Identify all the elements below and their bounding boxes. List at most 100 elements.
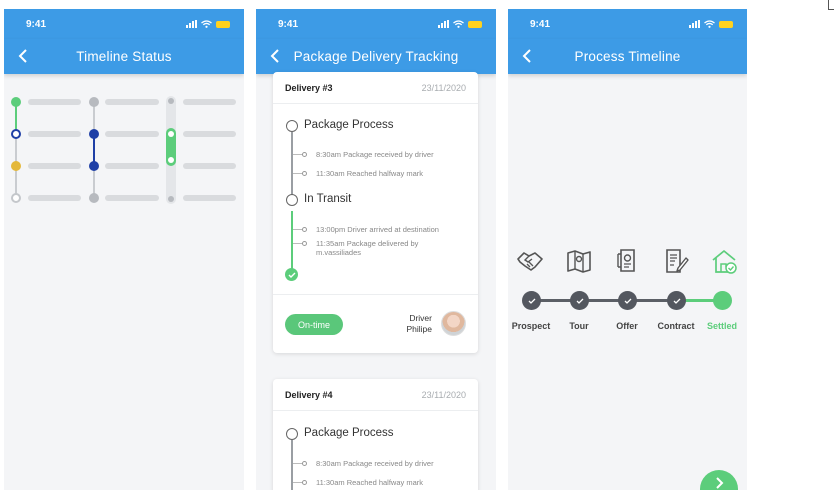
timeline-dot-gray [89, 193, 99, 203]
timeline-dot-blue [89, 129, 99, 139]
stage-ring [286, 428, 298, 440]
event-text: 13:00pm Driver arrived at destination [316, 225, 439, 234]
driver-name: Philipe [406, 324, 432, 334]
event-text: 11:35am Package delivered by [316, 239, 419, 248]
battery-icon [216, 20, 230, 28]
placeholder-bar [28, 163, 81, 169]
status-bar: 9:41 [508, 9, 747, 39]
status-bar: 9:41 [256, 9, 496, 39]
timeline-examples [4, 74, 244, 490]
step-dot-tour[interactable] [570, 291, 589, 310]
handshake-icon [517, 252, 543, 271]
event-dot [302, 241, 307, 246]
timeline-dot-pending [11, 161, 21, 171]
timeline-dot-gray [168, 196, 174, 202]
event-text: m.vassiliades [316, 248, 362, 257]
placeholder-bar [105, 99, 159, 105]
next-button[interactable] [700, 470, 738, 490]
card-header: Delivery #4 23/11/2020 [273, 379, 478, 411]
card-header: Delivery #3 23/11/2020 [273, 72, 478, 104]
placeholder-bar [105, 195, 159, 201]
timeline-status-screen: 9:41 Timeline Status [4, 9, 244, 490]
delivery-title: Delivery #4 [285, 389, 333, 400]
timeline-dot-blue [89, 161, 99, 171]
event-text: 11:30am Reached halfway mark [316, 169, 423, 178]
package-delivery-screen: 9:41 Package Delivery Tracking Delivery … [256, 9, 496, 490]
edge-marker [828, 0, 834, 10]
placeholder-bar [105, 131, 159, 137]
offer-document-icon [617, 249, 635, 272]
step-dot-prospect[interactable] [522, 291, 541, 310]
avatar[interactable] [441, 311, 466, 336]
status-icons [438, 20, 482, 28]
event-dot [302, 480, 307, 485]
step-dot-offer[interactable] [618, 291, 637, 310]
delivery-date: 23/11/2020 [421, 82, 466, 93]
driver-info: Driver Philipe [406, 313, 432, 335]
stage-ring [286, 120, 298, 132]
status-time: 9:41 [278, 18, 299, 30]
delivery-title: Delivery #3 [285, 82, 333, 93]
event-dot [302, 152, 307, 157]
delivery-card[interactable]: Delivery #4 23/11/2020 Package Process 8… [273, 379, 478, 490]
app-bar: Timeline Status [4, 39, 244, 74]
status-time: 9:41 [26, 18, 47, 30]
step-dot-settled[interactable] [713, 291, 732, 310]
event-dot [302, 227, 307, 232]
page-title: Process Timeline [574, 49, 681, 64]
wifi-icon [453, 20, 464, 28]
stage-name: Package Process [304, 119, 394, 131]
step-dot-contract[interactable] [667, 291, 686, 310]
stage-ring [286, 194, 298, 206]
status-time: 9:41 [530, 18, 551, 30]
map-icon [567, 250, 591, 273]
placeholder-bar [183, 163, 236, 169]
event-dot [302, 171, 307, 176]
battery-icon [719, 20, 733, 28]
back-arrow-icon[interactable] [264, 45, 286, 67]
on-time-badge[interactable]: On-time [285, 314, 343, 335]
timeline-dot-gray [89, 97, 99, 107]
card-divider [273, 294, 478, 295]
placeholder-bar [183, 195, 236, 201]
timeline-dot-current [11, 129, 21, 139]
chevron-right-icon [716, 477, 724, 489]
contract-icon [666, 249, 689, 273]
delivery-card[interactable]: Delivery #3 23/11/2020 Package Process 8… [273, 72, 478, 353]
timeline-dot-gray [168, 98, 174, 104]
process-timeline-screen: 9:41 Process Timeline Prospect Tour Offe… [508, 9, 747, 490]
event-dot [302, 461, 307, 466]
stage-name: In Transit [304, 193, 352, 205]
back-arrow-icon[interactable] [516, 45, 538, 67]
event-text: 8:30am Package received by driver [316, 150, 434, 159]
page-title: Timeline Status [76, 49, 172, 64]
back-arrow-icon[interactable] [12, 45, 34, 67]
placeholder-bar [183, 99, 236, 105]
placeholder-bar [28, 195, 81, 201]
stage-name: Package Process [304, 427, 394, 439]
event-text: 11:30am Reached halfway mark [316, 478, 423, 487]
battery-icon [468, 20, 482, 28]
delivery-date: 23/11/2020 [421, 389, 466, 400]
app-bar: Package Delivery Tracking [256, 39, 496, 74]
timeline-line [291, 132, 293, 199]
placeholder-bar [28, 131, 81, 137]
placeholder-bar [105, 163, 159, 169]
driver-label: Driver [409, 313, 432, 323]
timeline-dot-empty [11, 193, 21, 203]
event-text: 8:30am Package received by driver [316, 459, 434, 468]
signal-icon [186, 20, 197, 28]
house-check-icon [712, 250, 737, 274]
step-label-active: Settled [706, 321, 737, 331]
app-bar: Process Timeline [508, 39, 747, 74]
wifi-icon [201, 20, 212, 28]
status-icons [689, 20, 733, 28]
timeline-dot-white [168, 157, 174, 163]
timeline-dot-complete [11, 97, 21, 107]
timeline-line-green [291, 211, 293, 271]
check-icon [285, 268, 298, 281]
signal-icon [438, 20, 449, 28]
signal-icon [689, 20, 700, 28]
placeholder-bar [183, 131, 236, 137]
status-icons [186, 20, 230, 28]
